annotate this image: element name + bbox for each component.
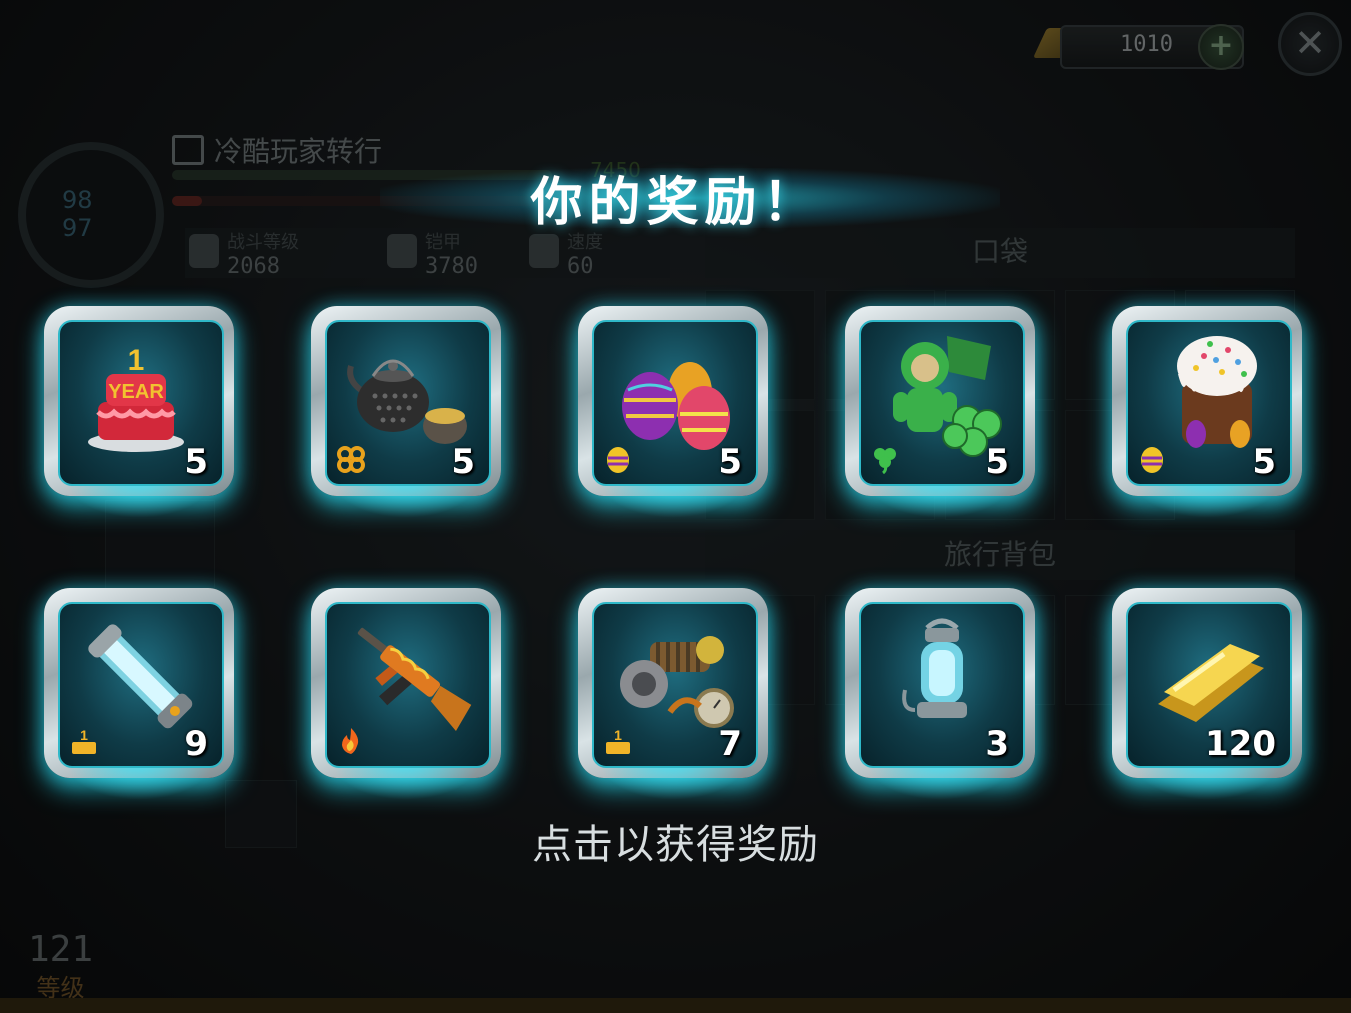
cake-icon: 1 [72,727,96,754]
reward-count: 5 [985,442,1009,482]
tap-to-collect-hint[interactable]: 点击以获得奖励 [0,812,1351,870]
reward-tile[interactable]: 5 [845,306,1035,518]
svg-text:YEAR: YEAR [108,381,164,403]
easter-cake-icon [1177,336,1257,448]
reward-tile[interactable]: 1 9 [44,588,234,800]
shamrock-cookies-icon [893,336,1002,457]
anniversary-cake-icon: YEAR 1 [88,344,184,452]
svg-text:1: 1 [128,344,145,377]
reward-count: 120 [1205,724,1276,764]
reward-tile[interactable] [311,588,501,800]
reward-tile[interactable]: YEAR 1 5 [44,306,234,518]
reward-title: 你的奖励！ [530,173,821,233]
reward-tile[interactable]: 5 [311,306,501,518]
reward-tile[interactable]: 120 [1112,588,1302,800]
mechanical-parts-icon [620,636,734,728]
fire-icon [342,728,359,754]
energy-capsule-icon [88,624,193,729]
reward-count: 5 [718,442,742,482]
reward-count: 5 [1252,442,1276,482]
gold-bar-icon [1158,644,1264,722]
reward-count: 9 [184,724,208,764]
reward-tile[interactable]: 5 [1112,306,1302,518]
egg-icon [1141,447,1163,473]
easter-eggs-icon [622,362,730,450]
reward-count: 5 [184,442,208,482]
cake-icon: 1 [606,727,630,754]
reward-count: 5 [451,442,475,482]
clover-icon [874,448,896,474]
reward-count: 3 [985,724,1009,764]
reward-count: 7 [718,724,742,764]
svg-text:1: 1 [80,727,88,743]
flame-rifle-icon [357,627,472,731]
teapot-icon [347,359,467,444]
svg-text:1: 1 [614,727,622,743]
reward-tile[interactable]: 1 7 [578,588,768,800]
lantern-icon [902,618,967,718]
reward-tile[interactable]: 3 [845,588,1035,800]
egg-icon [607,447,629,473]
reward-tile[interactable]: 5 [578,306,768,518]
knot-icon [337,446,365,473]
